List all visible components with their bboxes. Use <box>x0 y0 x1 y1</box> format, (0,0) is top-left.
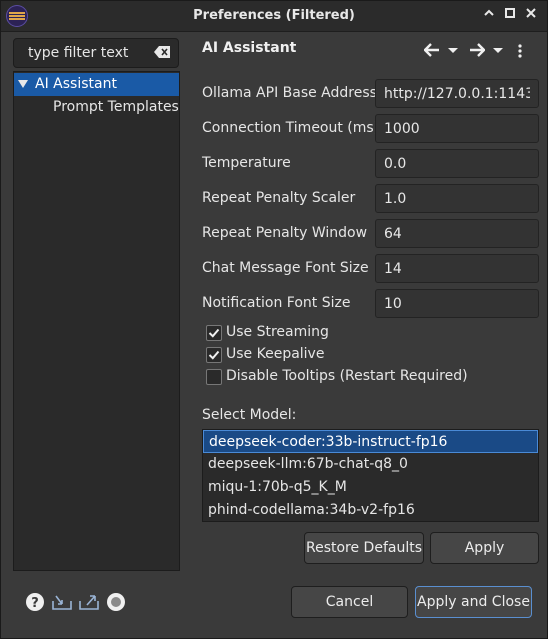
clear-filter-icon[interactable] <box>154 46 170 58</box>
use-keepalive-label: Use Keepalive <box>226 346 325 362</box>
connection-timeout-label: Connection Timeout (ms) <box>202 120 380 136</box>
ollama-address-input[interactable] <box>376 80 538 107</box>
import-icon[interactable] <box>51 592 72 612</box>
forward-arrow-icon[interactable] <box>469 43 486 59</box>
tree-item-label: Prompt Templates <box>53 99 179 115</box>
maximize-icon[interactable] <box>501 7 519 25</box>
select-model-label: Select Model: <box>202 407 297 423</box>
chat-font-size-label: Chat Message Font Size <box>202 260 369 276</box>
connection-timeout-field[interactable] <box>375 114 539 143</box>
temperature-field[interactable] <box>375 149 539 178</box>
svg-text:?: ? <box>31 596 39 611</box>
minimize-icon[interactable] <box>480 7 498 25</box>
repeat-penalty-scaler-field[interactable] <box>375 184 539 213</box>
tree-item-ai-assistant[interactable]: AI Assistant <box>14 73 179 96</box>
tree-item-label: AI Assistant <box>35 76 117 92</box>
checkbox-checked-icon[interactable] <box>206 347 222 363</box>
restore-defaults-button[interactable]: Restore Defaults <box>304 532 424 564</box>
connection-timeout-input[interactable] <box>376 115 538 142</box>
repeat-penalty-window-label: Repeat Penalty Window <box>202 225 368 241</box>
expand-caret-icon[interactable] <box>18 80 28 88</box>
preference-tree[interactable]: AI Assistant Prompt Templates <box>13 71 180 571</box>
back-dropdown-icon[interactable] <box>447 43 459 59</box>
repeat-penalty-window-input[interactable] <box>376 220 538 247</box>
repeat-penalty-scaler-label: Repeat Penalty Scaler <box>202 190 356 206</box>
disable-tooltips-label: Disable Tooltips (Restart Required) <box>226 368 468 384</box>
filter-input[interactable] <box>22 43 158 63</box>
apply-button[interactable]: Apply <box>430 532 539 564</box>
close-icon[interactable] <box>522 7 540 25</box>
temperature-label: Temperature <box>202 155 291 171</box>
list-item[interactable]: miqu-1:70b-q5_K_M <box>203 476 538 499</box>
title-bar[interactable]: Preferences (Filtered) <box>1 1 547 32</box>
notification-font-size-field[interactable] <box>375 289 539 318</box>
notification-font-size-label: Notification Font Size <box>202 295 351 311</box>
list-item[interactable]: phind-codellama:34b-v2-fp16 <box>203 499 538 522</box>
checkbox-checked-icon[interactable] <box>206 325 222 341</box>
preferences-window: Preferences (Filtered) AI Assistant Prom… <box>0 0 548 639</box>
model-list[interactable]: deepseek-coder:33b-instruct-fp16 deepsee… <box>202 429 539 522</box>
repeat-penalty-scaler-input[interactable] <box>376 185 538 212</box>
checkbox-unchecked-icon[interactable] <box>206 369 222 385</box>
chat-font-size-field[interactable] <box>375 254 539 283</box>
window-title: Preferences (Filtered) <box>193 8 355 23</box>
list-item[interactable]: deepseek-llm:67b-chat-q8_0 <box>203 453 538 476</box>
record-icon[interactable] <box>106 592 126 612</box>
tree-item-prompt-templates[interactable]: Prompt Templates <box>14 96 179 119</box>
help-icon[interactable]: ? <box>25 592 45 612</box>
forward-dropdown-icon[interactable] <box>492 43 504 59</box>
apply-and-close-button[interactable]: Apply and Close <box>415 586 532 618</box>
repeat-penalty-window-field[interactable] <box>375 219 539 248</box>
filter-field[interactable] <box>13 38 179 68</box>
notification-font-size-input[interactable] <box>376 290 538 317</box>
chat-font-size-input[interactable] <box>376 255 538 282</box>
ollama-address-label: Ollama API Base Address <box>202 85 377 101</box>
list-item[interactable]: deepseek-coder:33b-instruct-fp16 <box>203 430 538 453</box>
export-icon[interactable] <box>78 592 99 612</box>
page-title: AI Assistant <box>202 40 297 56</box>
ollama-address-field[interactable] <box>375 79 539 108</box>
use-streaming-label: Use Streaming <box>226 324 329 340</box>
temperature-input[interactable] <box>376 150 538 177</box>
back-arrow-icon[interactable] <box>423 43 440 59</box>
cancel-button[interactable]: Cancel <box>291 586 408 618</box>
view-menu-icon[interactable] <box>517 43 523 59</box>
